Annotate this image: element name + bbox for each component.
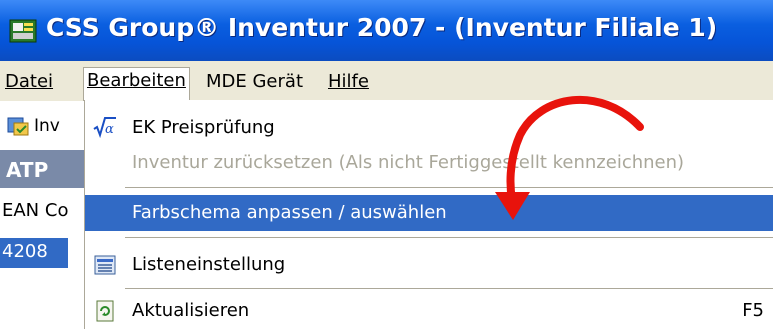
selected-cell-value: 4208 <box>2 241 48 262</box>
svg-text:α: α <box>105 122 114 137</box>
menu-item-listeneinstellung[interactable]: Listeneinstellung <box>85 247 773 283</box>
sqrt-alpha-icon: α <box>93 117 116 139</box>
menu-item-farbschema[interactable]: Farbschema anpassen / auswählen <box>85 195 773 231</box>
menu-separator <box>125 288 773 289</box>
window-title: CSS Group® Inventur 2007 - (Inventur Fil… <box>46 13 718 42</box>
ean-code-label: EAN Co <box>2 200 69 221</box>
title-bar: CSS Group® Inventur 2007 - (Inventur Fil… <box>0 0 773 61</box>
menu-bearbeiten-label: Bearbeiten <box>87 70 186 91</box>
toolbar-inventory-label[interactable]: Inv <box>34 116 60 136</box>
menu-item-label: Farbschema anpassen / auswählen <box>132 202 447 223</box>
menu-item-ek-preispruefung[interactable]: α EK Preisprüfung <box>85 110 773 146</box>
menu-item-label: Listeneinstellung <box>132 254 286 275</box>
menu-separator <box>125 237 773 238</box>
menu-item-inventur-zuruecksetzen: Inventur zurücksetzen (Als nicht Fertigg… <box>85 145 773 181</box>
menu-mde-geraet-label: MDE Gerät <box>206 71 303 92</box>
menu-item-label: Aktualisieren <box>132 300 250 321</box>
column-header-label: ATP <box>6 158 49 182</box>
menu-separator <box>125 187 773 188</box>
menu-item-label: EK Preisprüfung <box>132 117 275 138</box>
menu-hilfe-label: Hilfe <box>328 71 369 92</box>
list-settings-icon <box>94 255 116 275</box>
bearbeiten-dropdown: α EK Preisprüfung Inventur zurücksetzen … <box>84 100 773 329</box>
menu-bar: Datei Bearbeiten MDE Gerät Hilfe <box>0 61 773 102</box>
menu-datei[interactable]: Datei <box>2 69 56 95</box>
menu-mde-geraet[interactable]: MDE Gerät <box>203 69 306 95</box>
app-icon <box>9 19 37 43</box>
menu-hilfe[interactable]: Hilfe <box>325 69 372 95</box>
menu-datei-label: Datei <box>5 71 54 92</box>
shortcut-label: F5 <box>742 300 764 321</box>
menu-bearbeiten[interactable]: Bearbeiten <box>83 67 190 101</box>
refresh-icon <box>96 300 114 322</box>
menu-item-aktualisieren[interactable]: Aktualisieren F5 <box>85 293 773 329</box>
inventory-icon[interactable] <box>6 114 30 138</box>
selected-cell[interactable]: 4208 <box>0 238 68 268</box>
column-header[interactable]: ATP <box>0 150 86 188</box>
menu-item-label: Inventur zurücksetzen (Als nicht Fertigg… <box>132 152 685 173</box>
